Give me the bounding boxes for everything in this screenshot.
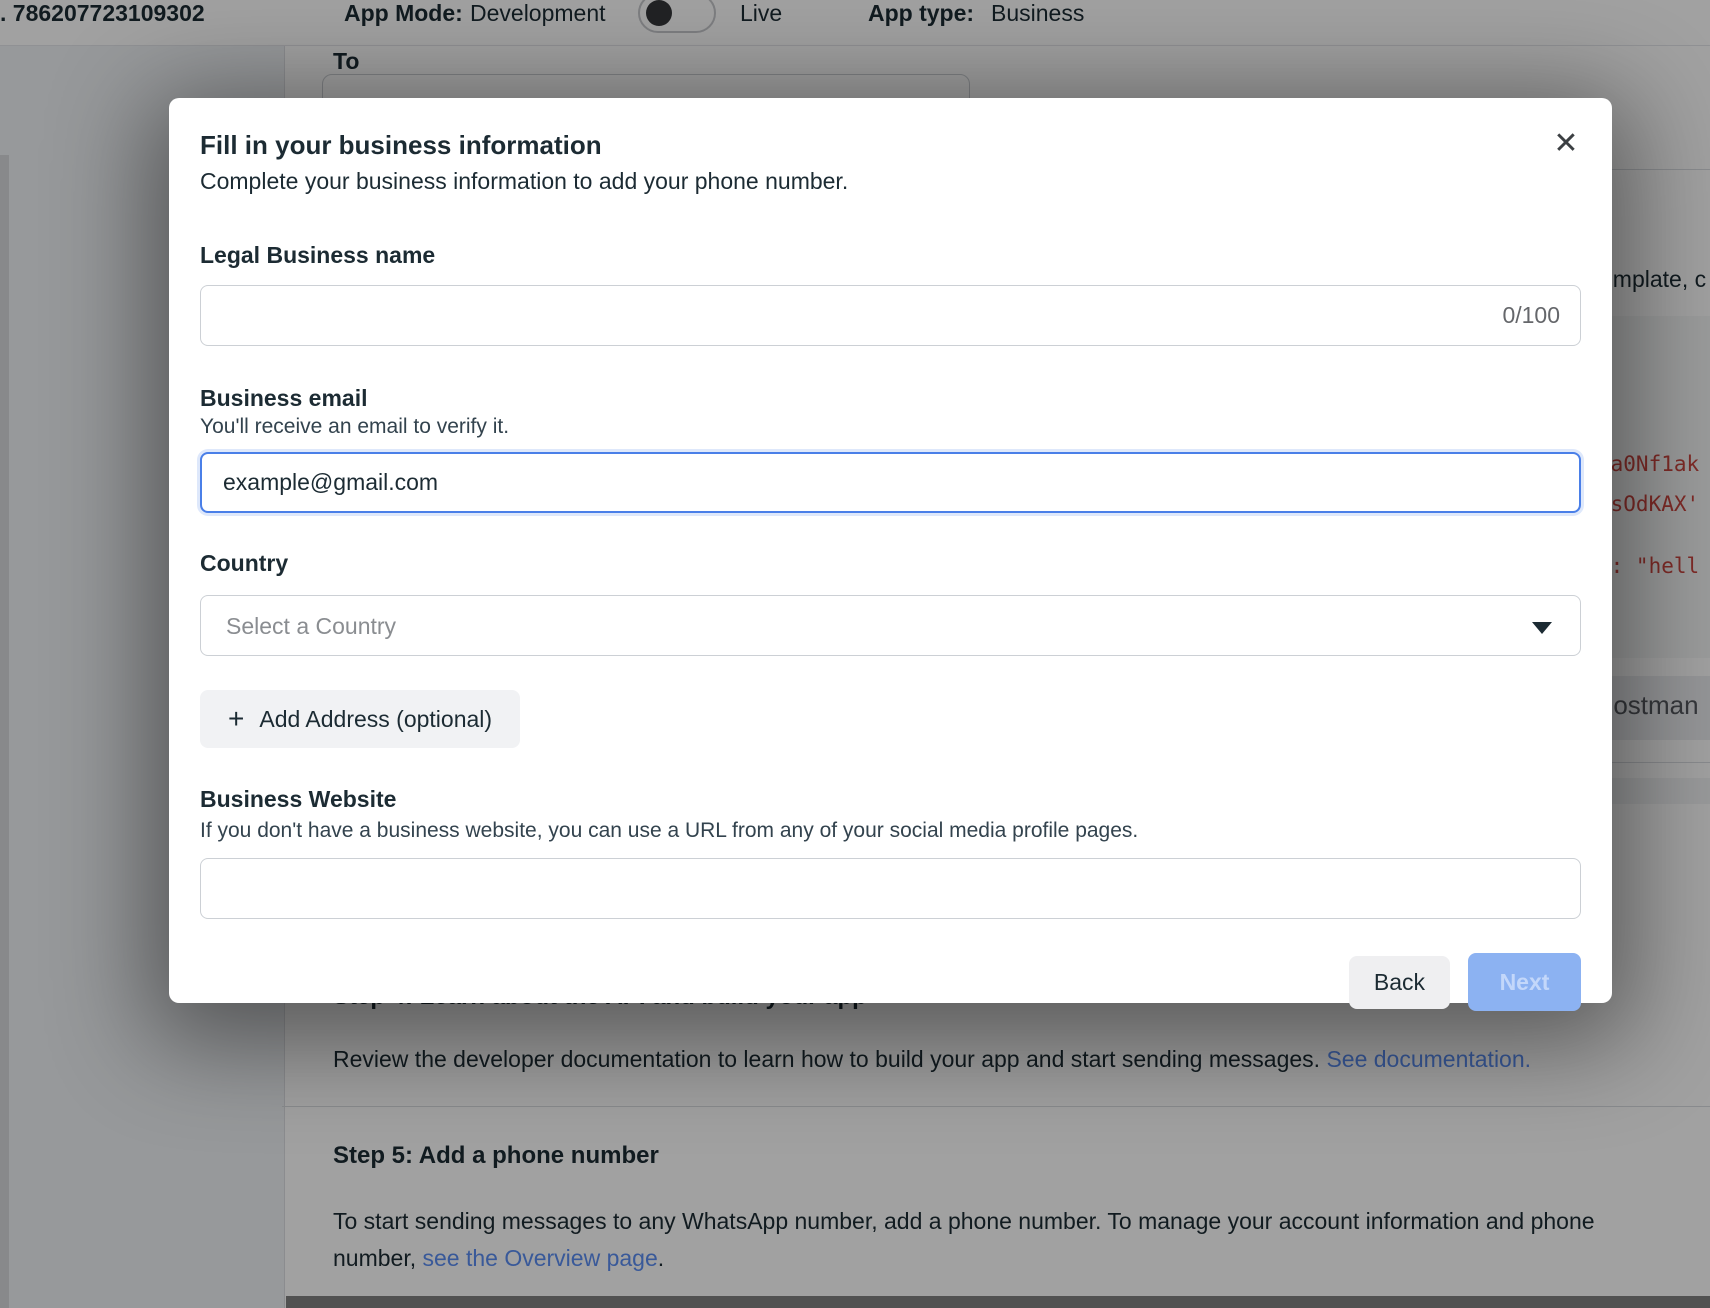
screen: . 786207723109302 App Mode: Development …	[0, 0, 1710, 1308]
next-button[interactable]: Next	[1468, 953, 1581, 1011]
country-label: Country	[200, 548, 1581, 578]
business-website-input[interactable]	[200, 858, 1581, 919]
add-address-button[interactable]: + Add Address (optional)	[200, 690, 520, 748]
modal-subtitle: Complete your business information to ad…	[200, 166, 1581, 196]
country-select[interactable]: Select a Country	[200, 595, 1581, 656]
legal-business-name-label: Legal Business name	[200, 240, 1581, 270]
business-email-helper: You'll receive an email to verify it.	[200, 413, 1581, 441]
back-button[interactable]: Back	[1349, 956, 1450, 1009]
plus-icon: +	[228, 705, 244, 733]
legal-business-name-input[interactable]	[200, 285, 1581, 346]
close-button[interactable]: ✕	[1544, 122, 1588, 166]
modal-title: Fill in your business information	[200, 128, 1581, 162]
business-website-helper: If you don't have a business website, yo…	[200, 817, 1581, 845]
char-counter: 0/100	[1502, 285, 1560, 346]
modal-footer: Back Next	[200, 953, 1581, 1011]
business-website-label: Business Website	[200, 784, 1581, 814]
country-placeholder: Select a Country	[226, 596, 396, 657]
close-icon: ✕	[1553, 126, 1578, 161]
chevron-down-icon	[1532, 622, 1552, 634]
business-email-label: Business email	[200, 383, 1581, 413]
add-address-label: Add Address (optional)	[259, 706, 492, 733]
business-email-input[interactable]	[200, 452, 1581, 513]
business-info-modal: ✕ Fill in your business information Comp…	[169, 98, 1612, 1003]
